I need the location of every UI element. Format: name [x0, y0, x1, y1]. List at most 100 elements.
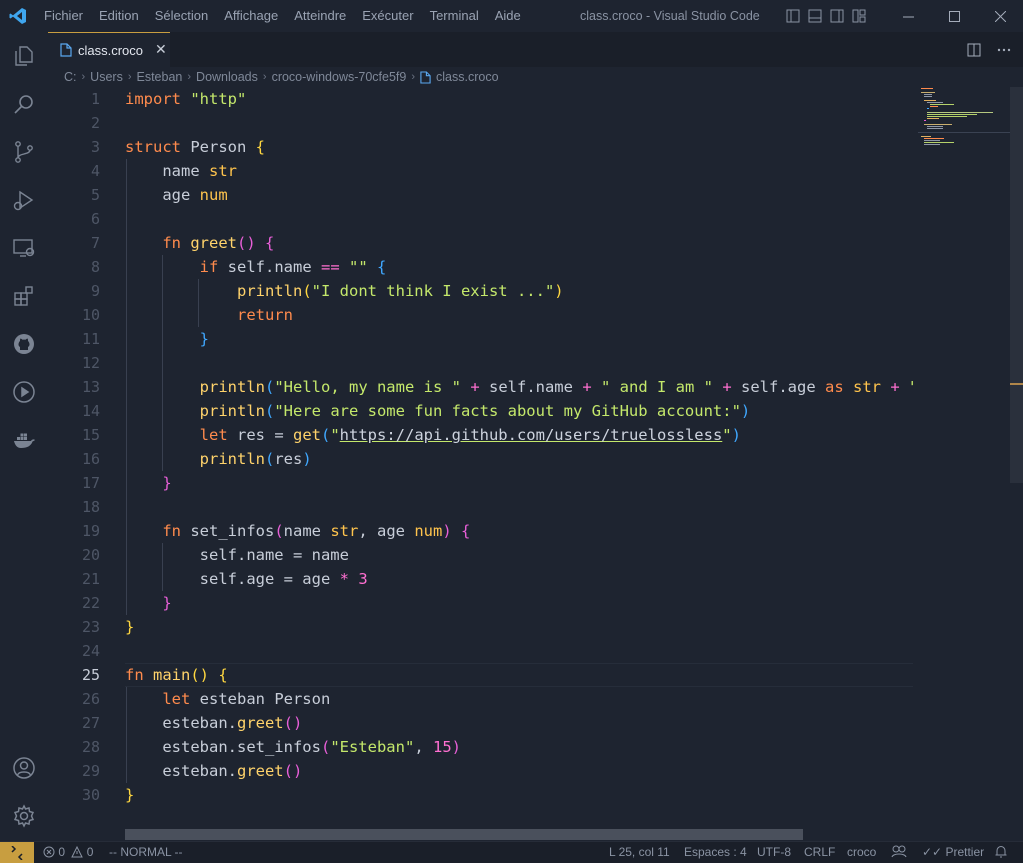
file-icon [60, 43, 72, 57]
source-control-icon[interactable] [0, 128, 48, 176]
line-number: 16 [81, 450, 100, 468]
close-icon[interactable]: ✕ [155, 42, 167, 58]
toggle-secondary-sidebar-icon[interactable] [830, 9, 844, 23]
code-line[interactable]: } [125, 783, 134, 807]
code-line[interactable]: esteban.set_infos("Esteban", 15) [125, 735, 461, 759]
toggle-panel-icon[interactable] [808, 9, 822, 23]
window-controls [885, 0, 1023, 32]
customize-layout-icon[interactable] [852, 9, 866, 23]
run-debug-icon[interactable] [0, 176, 48, 224]
code-line[interactable]: return [125, 303, 293, 327]
window-title: class.croco - Visual Studio Code [580, 9, 760, 23]
warning-count: 0 [86, 845, 94, 859]
code-line[interactable]: import "http" [125, 87, 246, 111]
line-number: 27 [81, 714, 100, 732]
account-icon[interactable] [0, 744, 48, 792]
code-editor[interactable]: 1 2 3 4 5 6 7 8 9 10 11 12 13 14 15 16 17 18 19 20 21 22 23 24 2… [48, 87, 1023, 841]
line-number: 18 [81, 498, 100, 516]
encoding[interactable]: UTF-8 [757, 842, 791, 863]
breadcrumb-item[interactable]: Downloads [196, 70, 258, 84]
title-bar: Fichier Edition Sélection Affichage Atte… [0, 0, 1023, 32]
activity-bar [0, 32, 48, 841]
breadcrumb-item[interactable]: C: [64, 70, 77, 84]
menu-terminal[interactable]: Terminal [422, 0, 487, 32]
line-number: 29 [81, 762, 100, 780]
live-share-icon[interactable] [891, 842, 907, 863]
breadcrumb-item[interactable]: Esteban [137, 70, 183, 84]
remote-explorer-icon[interactable] [0, 224, 48, 272]
vscode-logo-icon [0, 0, 36, 32]
tab-label: class.croco [78, 42, 144, 58]
prettier-label: Prettier [945, 845, 985, 859]
language-mode[interactable]: croco [847, 842, 876, 863]
line-number: 9 [90, 282, 100, 300]
vertical-scrollbar[interactable] [1010, 87, 1023, 483]
code-area[interactable]: import "http" struct Person { name str ag… [125, 87, 913, 827]
breadcrumb-item[interactable]: Users [90, 70, 123, 84]
code-line[interactable]: name str [125, 159, 237, 183]
explorer-icon[interactable] [0, 32, 48, 80]
code-line[interactable]: if self.name == "" { [125, 255, 387, 279]
cursor-position[interactable]: L 25, col 11 [609, 842, 670, 863]
code-line[interactable]: esteban.greet() [125, 711, 302, 735]
code-line[interactable]: self.age = age * 3 [125, 567, 368, 591]
code-line[interactable]: esteban.greet() [125, 759, 302, 783]
github-icon[interactable] [0, 320, 48, 368]
menu-edition[interactable]: Edition [91, 0, 147, 32]
code-line[interactable]: fn main() { [125, 663, 228, 687]
docker-icon[interactable] [0, 416, 48, 464]
code-line[interactable]: let esteban Person [125, 687, 330, 711]
code-line[interactable]: let res = get("https://api.github.com/us… [125, 423, 741, 447]
code-line[interactable]: } [125, 327, 209, 351]
menu-selection[interactable]: Sélection [147, 0, 216, 32]
code-line[interactable]: self.name = name [125, 543, 349, 567]
line-number: 23 [81, 618, 100, 636]
search-icon[interactable] [0, 80, 48, 128]
code-line[interactable]: } [125, 591, 171, 615]
code-line[interactable]: println("I dont think I exist ...") [125, 279, 564, 303]
close-window-button[interactable] [977, 0, 1023, 32]
settings-gear-icon[interactable] [0, 792, 48, 840]
code-line[interactable]: println("Here are some fun facts about m… [125, 399, 751, 423]
line-ending[interactable]: CRLF [804, 842, 835, 863]
breadcrumb-item[interactable]: croco-windows-70cfe5f9 [272, 70, 407, 84]
code-line[interactable]: fn set_infos(name str, age num) { [125, 519, 470, 543]
split-editor-icon[interactable] [967, 43, 981, 57]
breadcrumb-item[interactable]: class.croco [436, 70, 499, 84]
extensions-icon[interactable] [0, 272, 48, 320]
code-line[interactable]: println("Hello, my name is " + self.name… [125, 375, 913, 399]
run-icon[interactable] [0, 368, 48, 416]
menu-fichier[interactable]: Fichier [36, 0, 91, 32]
minimap[interactable] [918, 87, 1010, 157]
code-line[interactable]: } [125, 615, 134, 639]
menu-atteindre[interactable]: Atteindre [286, 0, 354, 32]
horizontal-scrollbar[interactable] [125, 829, 803, 840]
indentation[interactable]: Espaces : 4 [684, 842, 747, 863]
problems-indicator[interactable]: 0 0 [43, 842, 93, 863]
line-number: 13 [81, 378, 100, 396]
code-line[interactable]: println(res) [125, 447, 312, 471]
menu-affichage[interactable]: Affichage [216, 0, 286, 32]
line-number: 11 [81, 330, 100, 348]
code-line[interactable]: struct Person { [125, 135, 265, 159]
line-number: 7 [90, 234, 100, 252]
menu-aide[interactable]: Aide [487, 0, 529, 32]
line-number: 25 [81, 666, 100, 684]
code-line[interactable]: fn greet() { [125, 231, 274, 255]
breadcrumb: C: › Users › Esteban › Downloads › croco-win… [64, 70, 499, 84]
code-line[interactable]: age num [125, 183, 227, 207]
line-number: 2 [90, 114, 100, 132]
more-actions-icon[interactable] [997, 43, 1011, 57]
tab-class-croco[interactable]: class.croco ✕ [48, 32, 170, 67]
remote-indicator[interactable] [0, 842, 34, 863]
toggle-sidebar-icon[interactable] [786, 9, 800, 23]
code-line[interactable]: } [125, 471, 171, 495]
line-number: 15 [81, 426, 100, 444]
warning-icon [71, 845, 84, 858]
minimize-button[interactable] [885, 0, 931, 32]
prettier-status[interactable]: ✓✓ Prettier [922, 842, 984, 863]
maximize-button[interactable] [931, 0, 977, 32]
menu-executer[interactable]: Exécuter [354, 0, 421, 32]
bell-icon[interactable] [995, 842, 1007, 863]
line-number: 1 [90, 90, 100, 108]
